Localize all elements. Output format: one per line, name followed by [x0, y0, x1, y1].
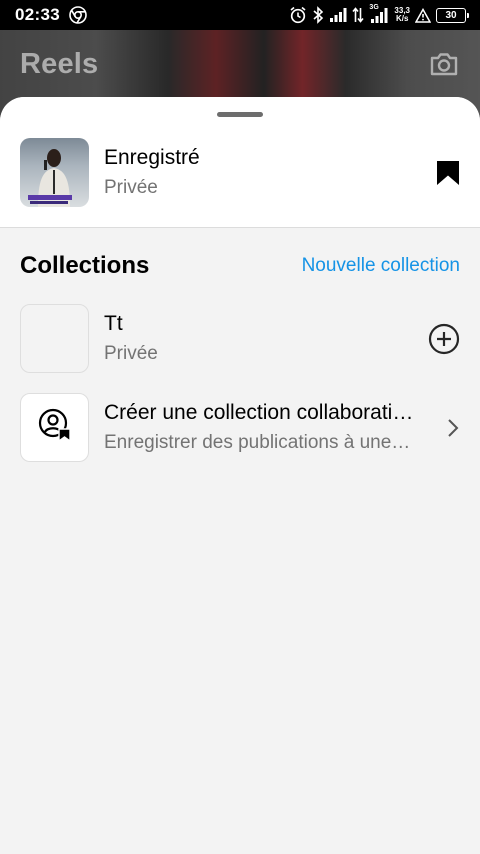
collections-header: Collections Nouvelle collection — [20, 252, 460, 280]
add-circle-icon[interactable] — [426, 323, 460, 355]
collab-title: Créer une collection collaborative — [104, 400, 414, 424]
collab-subtitle: Enregistrer des publications à une colle… — [104, 431, 414, 453]
chevron-right-icon[interactable] — [426, 418, 460, 438]
bluetooth-icon — [312, 6, 324, 24]
collection-thumbnail — [20, 304, 89, 373]
saved-privacy: Privée — [104, 176, 158, 198]
saved-text: Enregistré Privée — [104, 145, 436, 201]
alarm-icon — [289, 6, 307, 24]
warning-icon — [415, 7, 431, 23]
collab-thumbnail — [20, 393, 89, 462]
collection-name: Tt — [104, 311, 123, 335]
status-bar: 02:33 3G 33,3 K/s 30 — [0, 0, 480, 30]
signal-3g-icon: 3G — [369, 4, 389, 24]
collection-privacy: Privée — [104, 342, 158, 364]
battery-icon: 30 — [436, 7, 469, 23]
collections-title: Collections — [20, 252, 150, 279]
status-icons: 3G 33,3 K/s 30 — [289, 4, 469, 24]
new-collection-button[interactable]: Nouvelle collection — [302, 255, 460, 277]
saved-title: Enregistré — [104, 145, 200, 169]
create-collab-collection-row[interactable]: Créer une collection collaborative Enreg… — [20, 393, 460, 462]
collab-text: Créer une collection collaborative Enreg… — [104, 400, 414, 456]
saved-item-row[interactable]: Enregistré Privée — [20, 138, 460, 207]
camera-icon — [428, 48, 460, 80]
collection-item[interactable]: Tt Privée — [20, 304, 460, 373]
thumbnail-caption — [28, 195, 72, 200]
save-bottom-sheet: Enregistré Privée Collections Nouvelle c… — [0, 97, 480, 854]
data-arrows-icon — [352, 7, 365, 23]
thumbnail-caption-line — [30, 201, 68, 204]
collection-text: Tt Privée — [104, 311, 414, 367]
reels-title: Reels — [20, 48, 99, 80]
battery-level: 30 — [445, 9, 457, 21]
signal-icon — [329, 7, 347, 23]
chrome-icon — [69, 6, 87, 24]
status-time: 02:33 — [15, 5, 60, 24]
bookmark-icon[interactable] — [436, 160, 460, 186]
user-bookmark-icon — [38, 408, 72, 447]
saved-thumbnail — [20, 138, 89, 207]
sheet-header: Enregistré Privée — [0, 97, 480, 228]
drag-handle[interactable] — [217, 112, 263, 117]
net-speed: 33,3 K/s — [394, 6, 410, 23]
